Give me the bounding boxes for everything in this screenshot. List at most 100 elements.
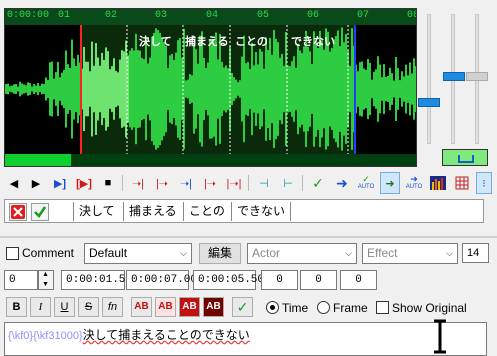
show-original-checkbox[interactable] [376,301,389,314]
shadow-color-button[interactable]: AB [203,297,224,317]
waveform-bar [207,62,209,116]
margin-vertical-field[interactable]: 0 [340,270,377,290]
waveform-bar [231,72,233,106]
play-end-button[interactable]: ➝| [176,172,196,194]
link-toggle-button[interactable] [442,149,488,166]
syllable-label: ことの [235,36,268,48]
play-after-button[interactable]: |➝ [200,172,220,194]
lead-out-button[interactable]: ⊢ [278,172,298,194]
waveform-bar [191,75,193,103]
waveform-bar [203,57,205,121]
waveform-bar [233,77,235,101]
zoom-slider-track[interactable] [427,14,431,144]
style-dropdown[interactable]: Default ⌵ [84,243,192,264]
bold-button[interactable]: B [6,297,27,317]
frame-radio[interactable] [317,301,330,314]
timeline-ruler: 0:00:00 01 02 03 04 05 06 07 08 [5,9,416,25]
play-selection-button[interactable]: ▶] [50,172,70,194]
waveform-bar [301,53,303,125]
actor-dropdown[interactable]: Actor ⌵ [247,243,357,264]
auto-next-button[interactable]: ➜ [380,172,400,194]
waveform-bar [117,72,119,106]
italic-button[interactable]: I [30,297,51,317]
waveform-bar [393,80,395,98]
waveform-bar [401,71,403,107]
margin-left-field[interactable]: 0 [261,270,298,290]
underline-button[interactable]: U [54,297,75,317]
comment-checkbox[interactable] [6,247,19,260]
volume-slider-thumb[interactable] [443,72,465,81]
waveform-bar [67,64,69,114]
auto-scroll-button[interactable]: ➜ AUTO [404,172,424,194]
karaoke-cancel-button[interactable] [9,203,27,221]
auto-commit-button[interactable]: ✓ AUTO [356,172,376,194]
waveform-bar [399,80,401,98]
scroll-thumb[interactable] [5,154,71,166]
margin-right-field[interactable]: 0 [300,270,337,290]
lead-in-button[interactable]: ⊣ [254,172,274,194]
play-start-button[interactable]: |➝ [152,172,172,194]
vzoom-slider-thumb[interactable] [466,72,488,81]
waveform-bar [237,82,239,96]
waveform-bar [413,58,415,120]
waveform-bar [397,68,399,110]
karaoke-mode-button[interactable] [452,172,472,194]
audio-scrollbar[interactable] [5,154,416,166]
close-icon [11,205,25,219]
audio-display[interactable]: 0:00:00 01 02 03 04 05 06 07 08 決して 捕まえる… [4,8,417,167]
waveform-bar [289,66,291,112]
layer-spinner[interactable]: ▲ ▼ [38,270,54,290]
next-line-button[interactable]: ▶ [26,172,46,194]
waveform-bar [367,58,369,120]
play-line-button[interactable]: [▶] [74,172,94,194]
waveform-bar [91,41,93,137]
waveform-bar [299,50,301,128]
waveform-bar [145,37,147,141]
zoom-slider-thumb[interactable] [418,98,440,107]
primary-color-button[interactable]: AB [131,297,152,317]
waveform-bar [283,65,285,113]
time-radio[interactable] [266,301,279,314]
waveform-bar [371,79,373,99]
outline-color-button[interactable]: AB [179,297,200,317]
waveform-bar [217,59,219,119]
play-selection-icon: ▶] [53,177,67,190]
karaoke-accept-button[interactable] [31,203,49,221]
layer-field[interactable]: 0 [4,270,38,290]
play-before-button[interactable]: ➝| [128,172,148,194]
commit-button[interactable]: ✓ [308,172,328,194]
effect-dropdown[interactable]: Effect ⌵ [362,243,458,264]
waveform-bar [345,34,347,144]
secondary-color-button[interactable]: AB [155,297,176,317]
duration-field[interactable]: 0:00:05.50 [193,270,264,290]
karaoke-syllable[interactable]: ことの [183,202,230,221]
waveform-bar [25,85,27,93]
waveform-bar [103,59,105,119]
waveform-bar [115,70,117,108]
arrow-right-icon: ➜ [336,174,348,191]
font-button[interactable]: fn [102,297,123,317]
syllable-label: 捕まえる [185,36,229,48]
prev-line-button[interactable]: ◀ [4,172,24,194]
strikeout-button[interactable]: S [78,297,99,317]
stop-button[interactable]: ■ [98,172,118,194]
goto-button[interactable]: ➜ [332,172,352,194]
start-time-field[interactable]: 0:00:01.50 [61,270,132,290]
font-size-field[interactable]: 14 [462,243,489,263]
commit-button[interactable]: ✓ [232,297,253,317]
karaoke-syllable[interactable]: 捕まえる [123,202,182,221]
waveform-bar [151,36,153,142]
karaoke-syllable[interactable]: できない [231,202,292,221]
subtitle-text-editor[interactable]: {\kf0}{\kf31000}決して捕まえることのできない [4,322,487,356]
waveform-bar [239,80,241,98]
tick-label: 0:00:00 [7,10,50,21]
waveform-bar [213,41,215,137]
karaoke-syllable[interactable]: 決して [73,202,120,221]
toolbar-overflow-button[interactable]: ⁝ [476,172,492,194]
edit-style-button[interactable]: 編集 [199,243,241,264]
play-to-end-button[interactable]: |➝| [224,172,244,194]
panel-splitter[interactable] [0,236,497,238]
spectrum-button[interactable] [428,172,448,194]
waveform-bar [107,51,109,127]
end-time-field[interactable]: 0:00:07.00 [126,270,197,290]
